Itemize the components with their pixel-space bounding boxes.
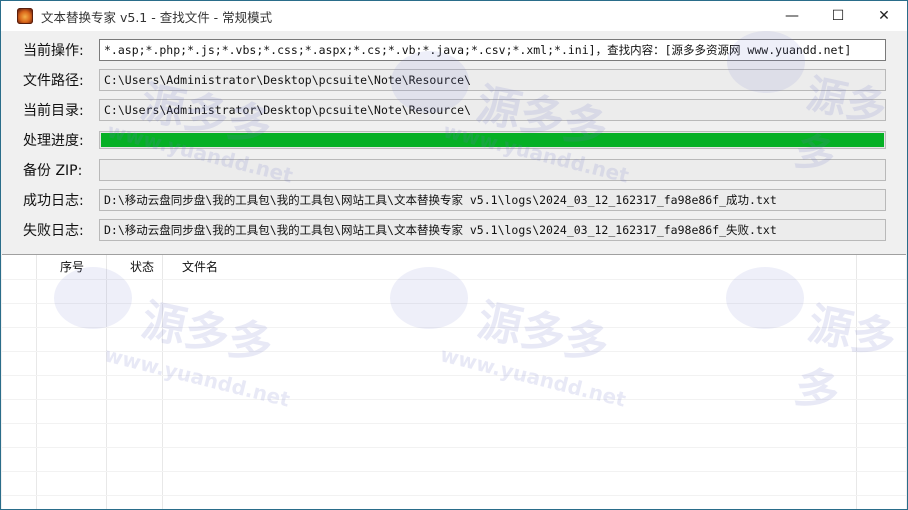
grid-row-line: [2, 375, 906, 376]
current-dir-field[interactable]: C:\Users\Administrator\Desktop\pcsuite\N…: [99, 99, 886, 121]
minimize-button[interactable]: —: [769, 1, 815, 31]
app-window: 文本替换专家 v5.1 - 查找文件 - 常规模式 — ☐ ✕ 当前操作: *.…: [0, 0, 908, 510]
file-path-label: 文件路径:: [23, 73, 84, 89]
grid-row-line: [2, 399, 906, 400]
grid-row-line: [2, 423, 906, 424]
watermark-logo-icon: [391, 51, 469, 113]
backup-zip-row: 备份 ZIP:: [1, 155, 907, 185]
column-header-filename[interactable]: 文件名: [182, 255, 218, 279]
progress-row: 处理进度:: [1, 125, 907, 155]
watermark-site: www.yuandd.net: [437, 342, 629, 412]
watermark-site: www.yuandd.net: [101, 342, 293, 412]
current-dir-label: 当前目录:: [23, 103, 84, 119]
grid-row-line: [2, 471, 906, 472]
grid-row-line: [2, 495, 906, 496]
grid-row-line: [2, 351, 906, 352]
grid-row-line: [2, 447, 906, 448]
title-bar[interactable]: 文本替换专家 v5.1 - 查找文件 - 常规模式 — ☐ ✕: [1, 1, 907, 31]
fail-log-label: 失败日志:: [23, 223, 84, 239]
file-list[interactable]: 序号 状态 文件名 源多多 www.yuandd.net 源多多 www.yua…: [2, 254, 906, 509]
app-logo-icon: [17, 8, 33, 24]
watermark-brand: 源多多: [790, 298, 901, 420]
fail-log-field[interactable]: D:\移动云盘同步盘\我的工具包\我的工具包\网站工具\文本替换专家 v5.1\…: [99, 219, 886, 241]
watermark-logo-icon: [727, 31, 805, 93]
window-controls: — ☐ ✕: [769, 1, 907, 31]
operation-label: 当前操作:: [23, 43, 84, 59]
window-title: 文本替换专家 v5.1 - 查找文件 - 常规模式: [41, 9, 273, 25]
watermark-logo-icon: [54, 267, 132, 329]
progress-label: 处理进度:: [23, 133, 84, 149]
progress-bar: [99, 131, 886, 149]
success-log-label: 成功日志:: [23, 193, 84, 209]
close-button[interactable]: ✕: [861, 1, 907, 31]
maximize-button[interactable]: ☐: [815, 1, 861, 31]
fail-log-row: 失败日志: D:\移动云盘同步盘\我的工具包\我的工具包\网站工具\文本替换专家…: [1, 215, 907, 245]
backup-zip-label: 备份 ZIP:: [23, 163, 83, 179]
progress-bar-fill: [101, 133, 884, 147]
watermark-logo-icon: [390, 267, 468, 329]
success-log-row: 成功日志: D:\移动云盘同步盘\我的工具包\我的工具包\网站工具\文本替换专家…: [1, 185, 907, 215]
success-log-field[interactable]: D:\移动云盘同步盘\我的工具包\我的工具包\网站工具\文本替换专家 v5.1\…: [99, 189, 886, 211]
watermark-brand: 源多多: [137, 294, 277, 373]
watermark-brand: 源多多: [473, 294, 613, 373]
backup-zip-field[interactable]: [99, 159, 886, 181]
column-header-status[interactable]: 状态: [130, 255, 154, 279]
watermark-logo-icon: [726, 267, 804, 329]
